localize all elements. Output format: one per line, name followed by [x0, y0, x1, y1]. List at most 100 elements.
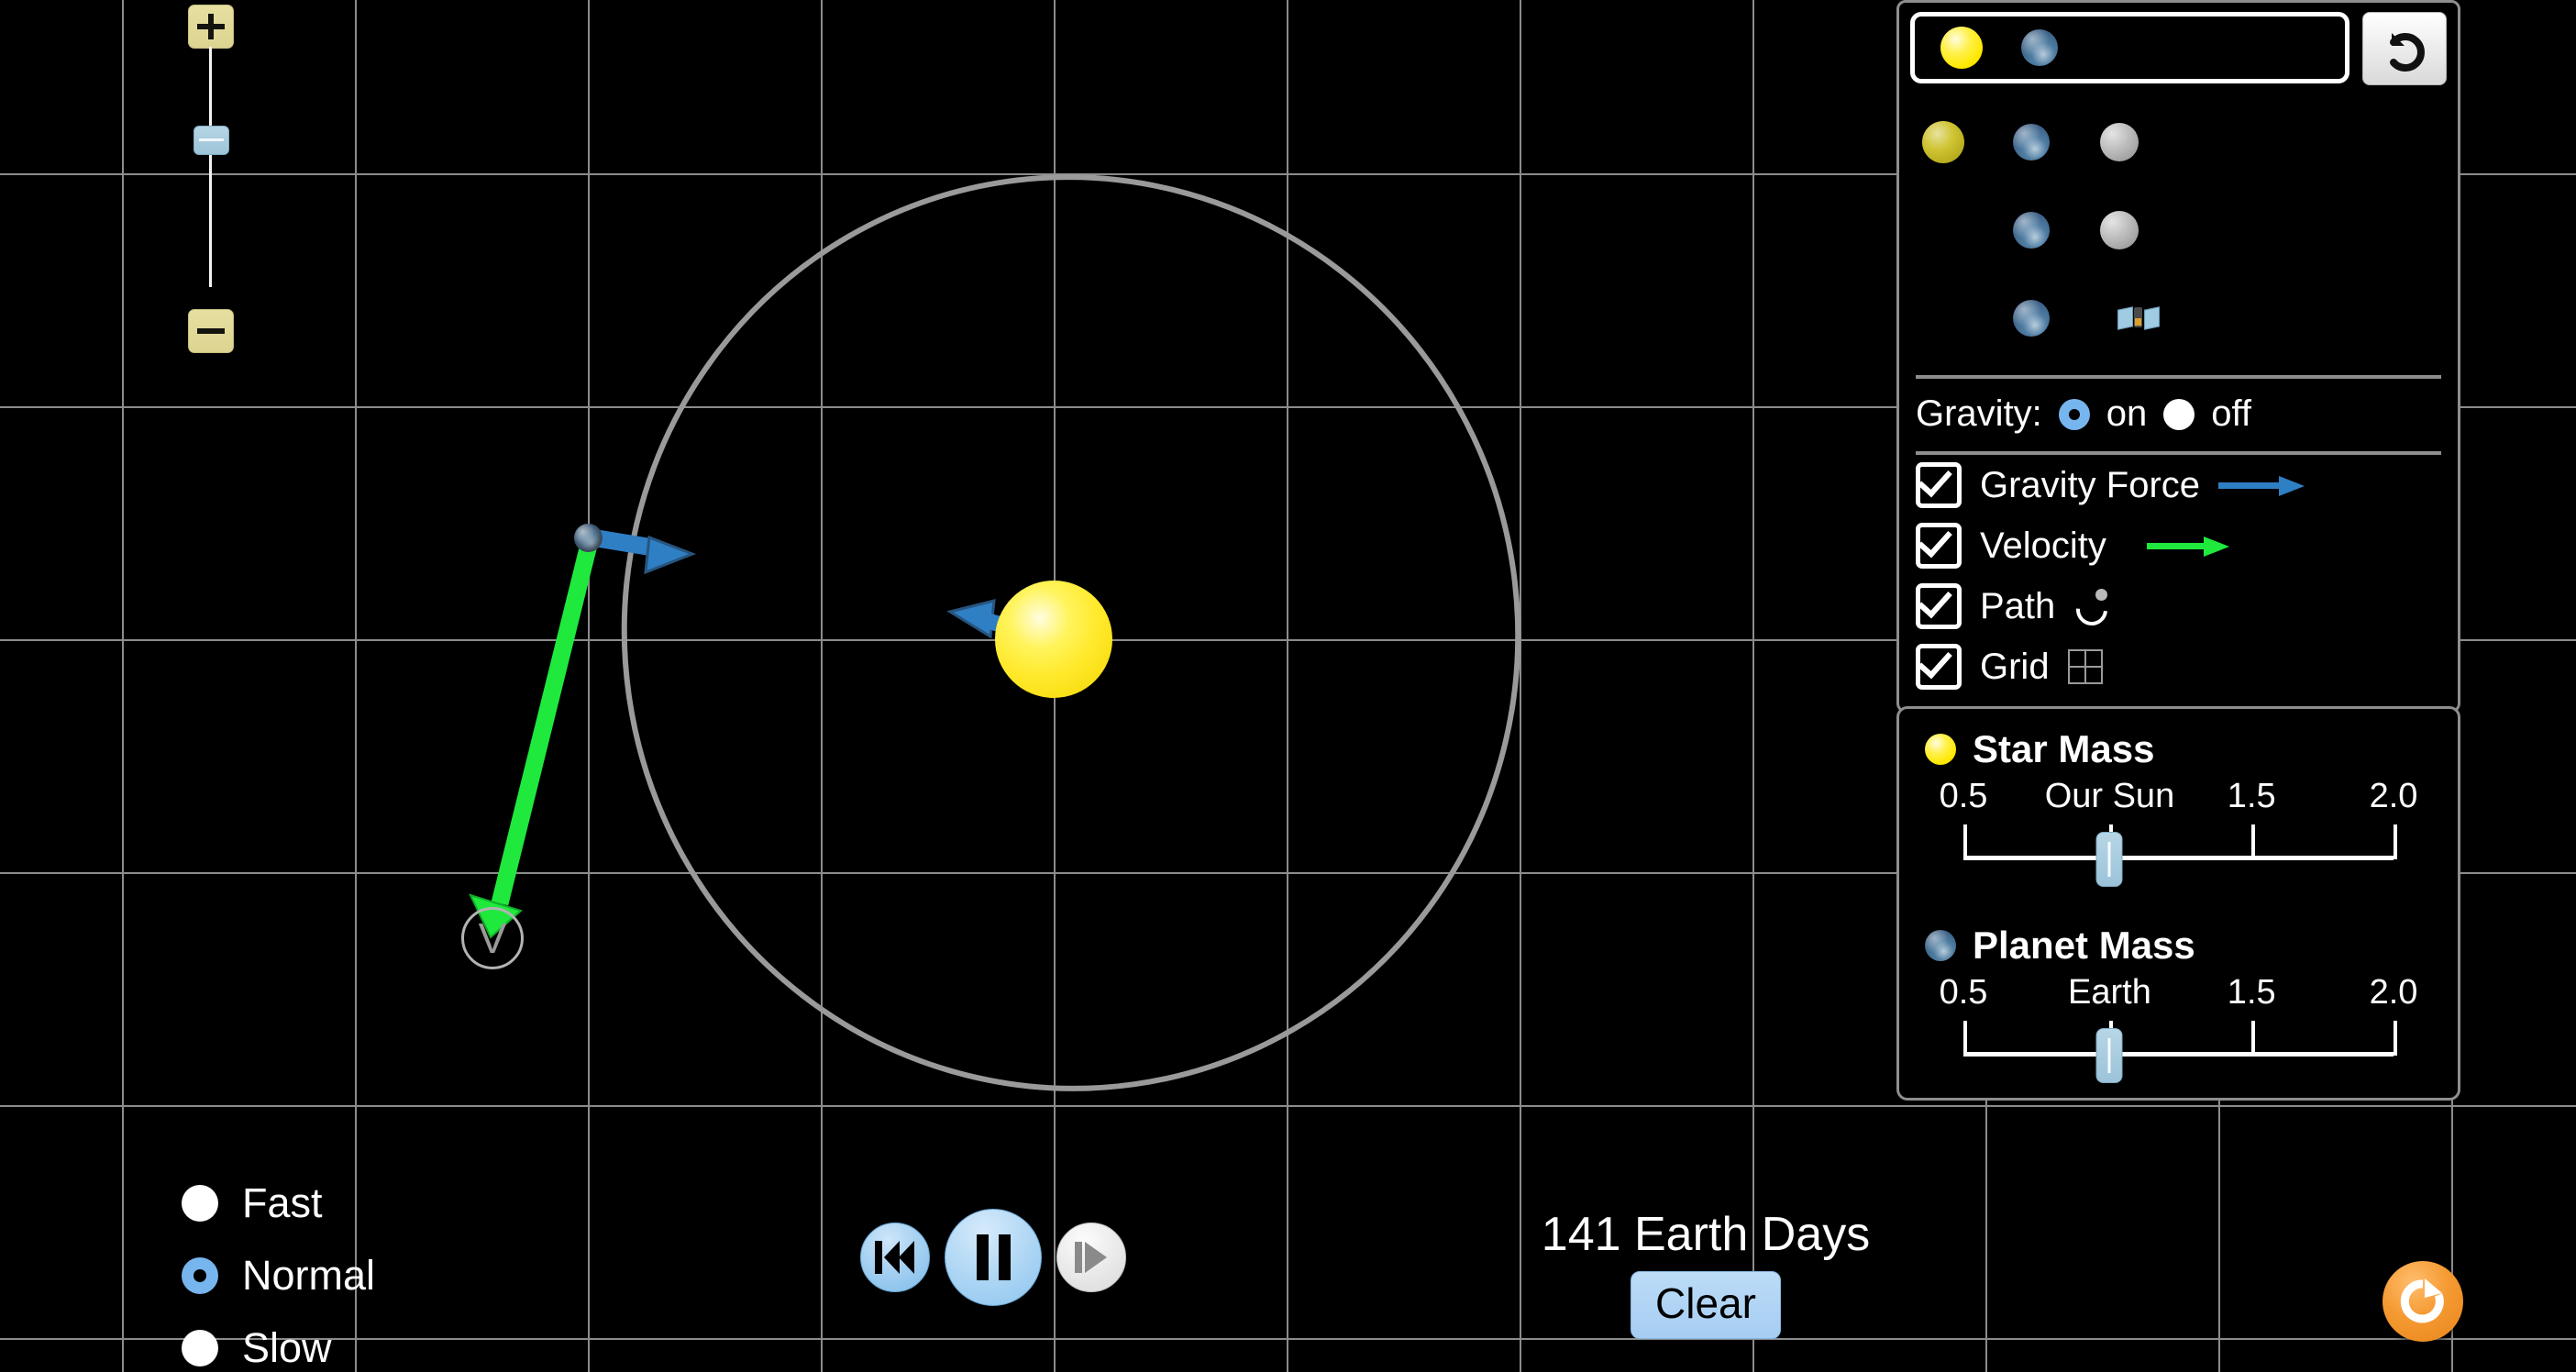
- elapsed-time-value: 141 Earth Days: [1541, 1208, 1871, 1261]
- path-label: Path: [1980, 585, 2056, 626]
- mode-option-planet-and-satellite[interactable]: [1921, 274, 2458, 362]
- zoom-slider-thumb[interactable]: [193, 126, 229, 155]
- zoom-control: [188, 5, 239, 353]
- mode-option-star-planet-moon[interactable]: [1921, 98, 2458, 186]
- playback-controls: [860, 1209, 1126, 1306]
- sun-icon: [1925, 734, 1956, 765]
- star-sun[interactable]: [995, 581, 1112, 698]
- earth-icon: [2013, 212, 2050, 249]
- planet-earth[interactable]: [574, 524, 603, 552]
- gravity-label: Gravity:: [1916, 393, 2042, 434]
- grid-checkbox[interactable]: [1916, 644, 1962, 690]
- simulation-stage: V Gravity: on off Gravity Force Velocity…: [0, 0, 2576, 1372]
- speed-option-normal[interactable]: Normal: [182, 1239, 375, 1311]
- moon-icon: [2100, 123, 2139, 161]
- star-mass-tick-1: Our Sun: [2044, 777, 2175, 815]
- star-mass-tick-2: 1.5: [2227, 777, 2276, 815]
- grid-line-vertical: [821, 0, 823, 1372]
- speed-option-fast[interactable]: Fast: [182, 1167, 375, 1239]
- moon-icon: [2100, 211, 2139, 249]
- normal-radio[interactable]: [182, 1256, 218, 1294]
- grid-line-vertical: [1287, 0, 1288, 1372]
- star-mass-tick-3: 2.0: [2369, 777, 2418, 815]
- grid-label: Grid: [1980, 646, 2050, 687]
- fast-label: Fast: [242, 1178, 323, 1226]
- gravity-off-radio[interactable]: [2163, 398, 2195, 430]
- reset-all-button[interactable]: [2383, 1261, 2463, 1342]
- planet-mass-tick-mark: [1963, 1021, 1967, 1056]
- earth-icon: [2021, 29, 2058, 66]
- plus-icon-vertical: [208, 14, 214, 39]
- velocity-label: Velocity: [1980, 525, 2106, 566]
- checkbox-row-gravity-force[interactable]: Gravity Force: [1899, 455, 2458, 515]
- speed-option-slow[interactable]: Slow: [182, 1311, 375, 1372]
- planet-mass-tick-0: 0.5: [1939, 973, 1988, 1012]
- earth-icon: [1925, 930, 1956, 961]
- path-checkbox[interactable]: [1916, 583, 1962, 629]
- grid-line-vertical: [588, 0, 590, 1372]
- velocity-vector-planet: [469, 535, 600, 939]
- mode-option-planet-and-moon[interactable]: [1921, 186, 2458, 274]
- earth-icon: [2013, 124, 2050, 160]
- undo-arrow-icon: [2390, 33, 2425, 72]
- zoom-slider-track[interactable]: [209, 47, 212, 287]
- sun-icon: [1940, 27, 1983, 69]
- checkbox-row-velocity[interactable]: Velocity: [1899, 515, 2458, 576]
- planet-mass-slider[interactable]: 0.5 Earth 1.5 2.0: [1899, 968, 2458, 1083]
- grid-icon: [2067, 649, 2103, 684]
- star-mass-header: Star Mass: [1899, 724, 2458, 771]
- rewind-icon: [875, 1241, 915, 1274]
- earth-icon: [2013, 300, 2050, 337]
- star-mass-tick-0: 0.5: [1939, 777, 1988, 815]
- planet-mass-title: Planet Mass: [1973, 924, 2195, 967]
- pause-button[interactable]: [945, 1209, 1042, 1306]
- mode-option-star-and-planet[interactable]: [1910, 12, 2349, 83]
- mode-selector-row: [1899, 3, 2458, 85]
- star-mass-tick-mark: [1963, 824, 1967, 859]
- rewind-button[interactable]: [860, 1223, 930, 1292]
- grid-line-vertical: [1520, 0, 1521, 1372]
- fast-radio[interactable]: [182, 1184, 218, 1222]
- star-mass-title: Star Mass: [1973, 727, 2155, 770]
- mass-control-panel: Star Mass 0.5 Our Sun 1.5 2.0 Planet Mas…: [1896, 706, 2460, 1101]
- reset-all-icon: [2400, 1278, 2444, 1323]
- star-mass-tick-labels: 0.5 Our Sun 1.5 2.0: [1940, 777, 2418, 819]
- gravity-force-label: Gravity Force: [1980, 464, 2201, 505]
- planet-mass-tick-1: Earth: [2068, 973, 2151, 1012]
- gravity-force-vector-planet: [590, 528, 697, 575]
- slow-radio[interactable]: [182, 1329, 218, 1366]
- clear-button[interactable]: Clear: [1631, 1271, 1781, 1339]
- star-mass-track[interactable]: [1963, 856, 2394, 860]
- pause-icon: [976, 1234, 1011, 1280]
- star-mass-tick-mark: [2394, 824, 2397, 859]
- speed-control: Fast Normal Slow: [182, 1167, 375, 1372]
- slow-label: Slow: [242, 1323, 332, 1371]
- undo-arrow-button[interactable]: [2362, 12, 2447, 85]
- grid-line-horizontal: [0, 1105, 2576, 1107]
- planet-mass-header: Planet Mass: [1899, 920, 2458, 968]
- star-mass-slider[interactable]: 0.5 Our Sun 1.5 2.0: [1899, 771, 2458, 887]
- step-forward-button[interactable]: [1056, 1223, 1126, 1292]
- time-readout: 141 Earth Days Clear: [1541, 1207, 1871, 1339]
- checkbox-row-path[interactable]: Path: [1899, 576, 2458, 636]
- planet-mass-tick-3: 2.0: [2369, 973, 2418, 1012]
- zoom-out-button[interactable]: [188, 309, 234, 353]
- gravity-on-radio[interactable]: [2058, 398, 2090, 430]
- path-icon: [2070, 588, 2115, 632]
- normal-label: Normal: [242, 1251, 376, 1299]
- checkbox-row-grid[interactable]: Grid: [1899, 636, 2458, 697]
- grid-line-horizontal: [0, 1338, 2576, 1340]
- grid-line-vertical: [122, 0, 124, 1372]
- planet-mass-thumb[interactable]: [2095, 1028, 2123, 1083]
- gravity-off-label: off: [2211, 393, 2252, 434]
- gravity-force-checkbox[interactable]: [1916, 462, 1962, 508]
- zoom-in-button[interactable]: [188, 5, 234, 49]
- star-mass-tick-mark: [2251, 824, 2256, 859]
- velocity-drag-handle[interactable]: V: [461, 907, 524, 969]
- planet-mass-track[interactable]: [1963, 1052, 2394, 1057]
- star-mass-thumb[interactable]: [2095, 832, 2123, 887]
- mode-grid: [1899, 85, 2458, 371]
- green-arrow-icon: [2146, 537, 2235, 557]
- gravity-toggle-row: Gravity: on off: [1899, 379, 2458, 448]
- velocity-checkbox[interactable]: [1916, 523, 1962, 569]
